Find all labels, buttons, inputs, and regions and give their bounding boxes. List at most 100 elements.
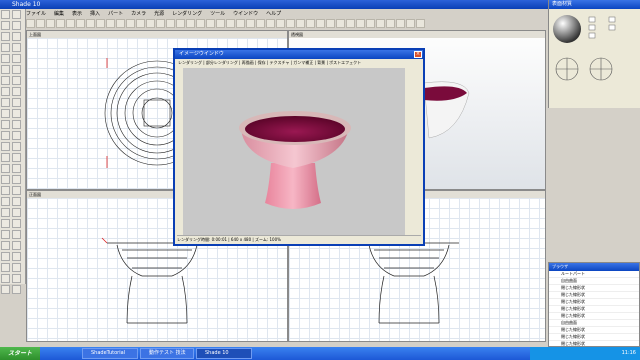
toolbar-button[interactable] [66, 19, 75, 28]
tool-button[interactable] [1, 263, 10, 272]
toolbar-button[interactable] [406, 19, 415, 28]
tool-button[interactable] [12, 285, 21, 294]
toolbar-button[interactable] [76, 19, 85, 28]
tool-button[interactable] [12, 98, 21, 107]
tool-button[interactable] [1, 142, 10, 151]
toolbar-button[interactable] [386, 19, 395, 28]
menu-item[interactable]: 光源 [154, 10, 164, 18]
tool-button[interactable] [12, 21, 21, 30]
tool-button[interactable] [12, 175, 21, 184]
tool-button[interactable] [1, 153, 10, 162]
tool-button[interactable] [1, 274, 10, 283]
tool-button[interactable] [12, 43, 21, 52]
toolbar-button[interactable] [176, 19, 185, 28]
toolbar-button[interactable] [336, 19, 345, 28]
toolbar-button[interactable] [306, 19, 315, 28]
toolbar-button[interactable] [116, 19, 125, 28]
toolbar-button[interactable] [326, 19, 335, 28]
toolbar-button[interactable] [56, 19, 65, 28]
browser-item[interactable]: 自由曲面 [549, 278, 639, 285]
toolbar-button[interactable] [146, 19, 155, 28]
tool-button[interactable] [12, 109, 21, 118]
toolbar-button[interactable] [156, 19, 165, 28]
toolbar-button[interactable] [256, 19, 265, 28]
menu-item[interactable]: パート [108, 10, 123, 18]
image-window-toolbar[interactable]: レンダリング | 部分レンダリング | 再描画 | 保存 | テクスチャ | ガ… [175, 59, 423, 66]
toolbar-button[interactable] [316, 19, 325, 28]
tool-button[interactable] [12, 164, 21, 173]
tool-button[interactable] [1, 10, 10, 19]
browser-item[interactable]: ルートパート [549, 271, 639, 278]
tool-button[interactable] [12, 241, 21, 250]
toolbar-button[interactable] [366, 19, 375, 28]
tool-button[interactable] [12, 65, 21, 74]
browser-item[interactable]: 閉じた線形状 [549, 313, 639, 320]
tool-button[interactable] [1, 109, 10, 118]
tool-button[interactable] [1, 98, 10, 107]
tool-button[interactable] [12, 186, 21, 195]
browser-item[interactable]: 閉じた線形状 [549, 327, 639, 334]
tool-button[interactable] [1, 186, 10, 195]
tool-button[interactable] [1, 197, 10, 206]
toolbar-button[interactable] [276, 19, 285, 28]
toolbar-button[interactable] [136, 19, 145, 28]
menu-item[interactable]: ヘルプ [266, 10, 281, 18]
taskbar-item[interactable]: 動作テスト 技法 [140, 348, 194, 359]
menu-item[interactable]: 挿入 [90, 10, 100, 18]
browser-item[interactable]: 自由曲面 [549, 320, 639, 327]
tool-button[interactable] [12, 208, 21, 217]
tool-button[interactable] [1, 131, 10, 140]
tool-button[interactable] [12, 10, 21, 19]
tool-button[interactable] [12, 219, 21, 228]
tool-button[interactable] [1, 219, 10, 228]
toolbar-button[interactable] [246, 19, 255, 28]
tool-button[interactable] [12, 197, 21, 206]
toolbar-button[interactable] [196, 19, 205, 28]
tool-button[interactable] [1, 230, 10, 239]
tool-button[interactable] [1, 76, 10, 85]
tool-button[interactable] [1, 120, 10, 129]
tool-button[interactable] [12, 54, 21, 63]
menu-item[interactable]: 編集 [54, 10, 64, 18]
tool-button[interactable] [12, 230, 21, 239]
menu-item[interactable]: カメラ [131, 10, 146, 18]
tool-button[interactable] [12, 32, 21, 41]
close-button[interactable]: × [414, 51, 422, 58]
toolbar-button[interactable] [296, 19, 305, 28]
toolbar-button[interactable] [346, 19, 355, 28]
toolbar-button[interactable] [266, 19, 275, 28]
tool-button[interactable] [12, 142, 21, 151]
tool-button[interactable] [1, 241, 10, 250]
toolbar-button[interactable] [356, 19, 365, 28]
browser-item[interactable]: 閉じた線形状 [549, 299, 639, 306]
taskbar-item[interactable]: ShadeTutorial [82, 348, 138, 359]
tool-button[interactable] [1, 43, 10, 52]
tool-button[interactable] [1, 164, 10, 173]
menu-item[interactable]: ファイル [26, 10, 46, 18]
toolbar-button[interactable] [236, 19, 245, 28]
tool-button[interactable] [1, 32, 10, 41]
tool-button[interactable] [1, 208, 10, 217]
toolbar-button[interactable] [126, 19, 135, 28]
toolbar-button[interactable] [286, 19, 295, 28]
tool-button[interactable] [1, 21, 10, 30]
tool-button[interactable] [12, 263, 21, 272]
toolbar-button[interactable] [216, 19, 225, 28]
browser-item[interactable]: 閉じた線形状 [549, 285, 639, 292]
toolbar-button[interactable] [206, 19, 215, 28]
menu-item[interactable]: レンダリング [172, 10, 202, 18]
toolbar-button[interactable] [106, 19, 115, 28]
tool-button[interactable] [12, 252, 21, 261]
tool-button[interactable] [12, 153, 21, 162]
toolbar-button[interactable] [396, 19, 405, 28]
tool-button[interactable] [12, 87, 21, 96]
tool-button[interactable] [1, 175, 10, 184]
browser-item[interactable]: 閉じた線形状 [549, 334, 639, 341]
tool-button[interactable] [12, 76, 21, 85]
tool-button[interactable] [12, 131, 21, 140]
tool-button[interactable] [1, 65, 10, 74]
menu-item[interactable]: 表示 [72, 10, 82, 18]
toolbar-button[interactable] [226, 19, 235, 28]
browser-item[interactable]: 閉じた線形状 [549, 292, 639, 299]
tool-button[interactable] [1, 54, 10, 63]
